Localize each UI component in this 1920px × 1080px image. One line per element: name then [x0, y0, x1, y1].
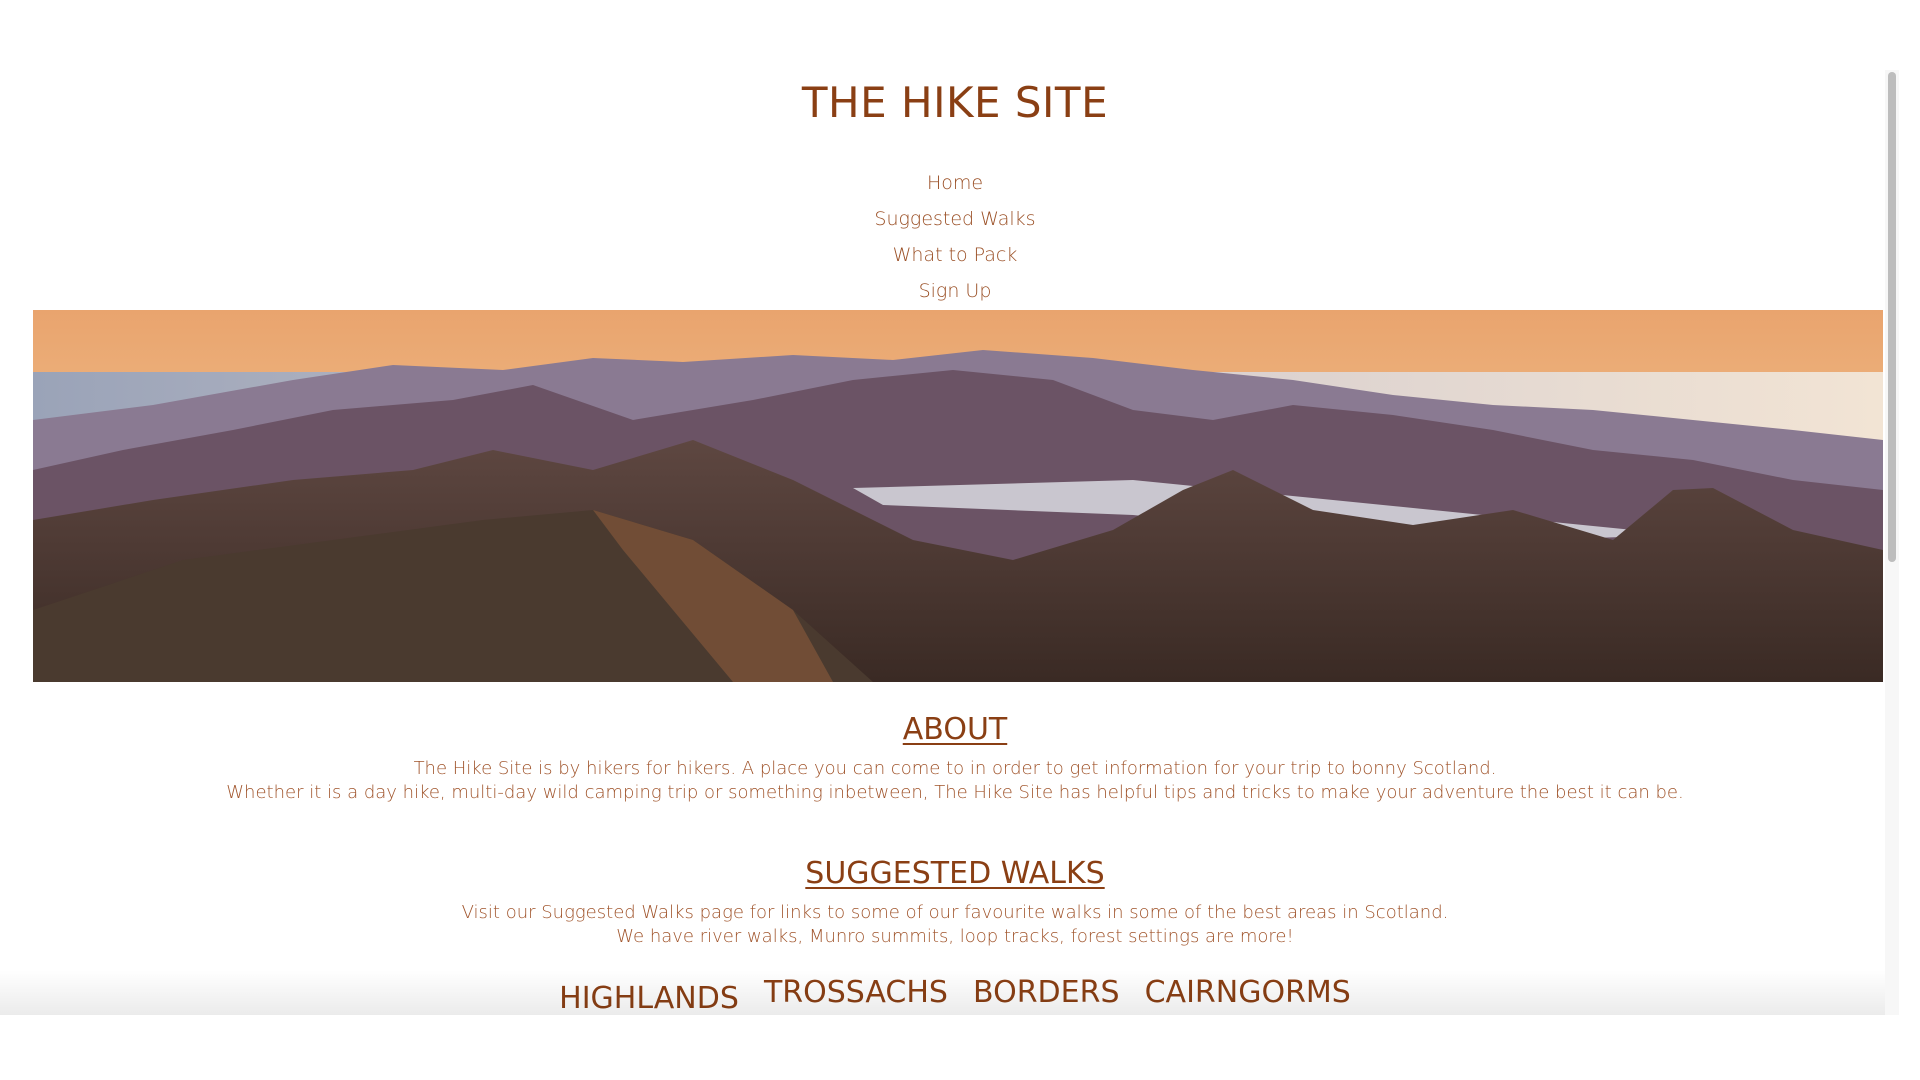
hero-mountain-image [33, 310, 1883, 682]
browser-page: THE HIKE SITE Home Suggested Walks What … [0, 0, 1920, 1080]
nav-item-home: Home [0, 165, 1885, 201]
site-title: THE HIKE SITE [801, 78, 1109, 127]
nav-link-suggested-walks[interactable]: Suggested Walks [874, 208, 1035, 230]
nav-link-home[interactable]: Home [927, 172, 983, 194]
region-links: HIGHLANDS TROSSACHS BORDERS CAIRNGORMS [0, 975, 1885, 1015]
suggested-walks-text-line-2: We have river walks, Munro summits, loop… [616, 926, 1294, 947]
nav-link-sign-up[interactable]: Sign Up [919, 280, 992, 302]
region-link-trossachs[interactable]: TROSSACHS [764, 975, 948, 1010]
about-heading: ABOUT [902, 712, 1008, 747]
vertical-scrollbar-thumb[interactable] [1888, 72, 1896, 562]
region-link-cairngorms[interactable]: CAIRNGORMS [1145, 975, 1351, 1010]
about-text-line-2: Whether it is a day hike, multi-day wild… [226, 782, 1684, 803]
about-text-line-1: The Hike Site is by hikers for hikers. A… [413, 758, 1497, 779]
nav-item-sign-up: Sign Up [0, 273, 1885, 309]
nav-item-what-to-pack: What to Pack [0, 237, 1885, 273]
page-viewport: THE HIKE SITE Home Suggested Walks What … [0, 0, 1885, 1015]
nav-link-what-to-pack[interactable]: What to Pack [893, 244, 1018, 266]
suggested-walks-heading: SUGGESTED WALKS [805, 856, 1105, 891]
region-link-borders[interactable]: BORDERS [973, 975, 1119, 1010]
main-navigation: Home Suggested Walks What to Pack Sign U… [0, 165, 1885, 309]
region-link-highlands[interactable]: HIGHLANDS [559, 981, 739, 1015]
suggested-walks-text-line-1: Visit our Suggested Walks page for links… [461, 902, 1449, 923]
nav-item-suggested-walks: Suggested Walks [0, 201, 1885, 237]
